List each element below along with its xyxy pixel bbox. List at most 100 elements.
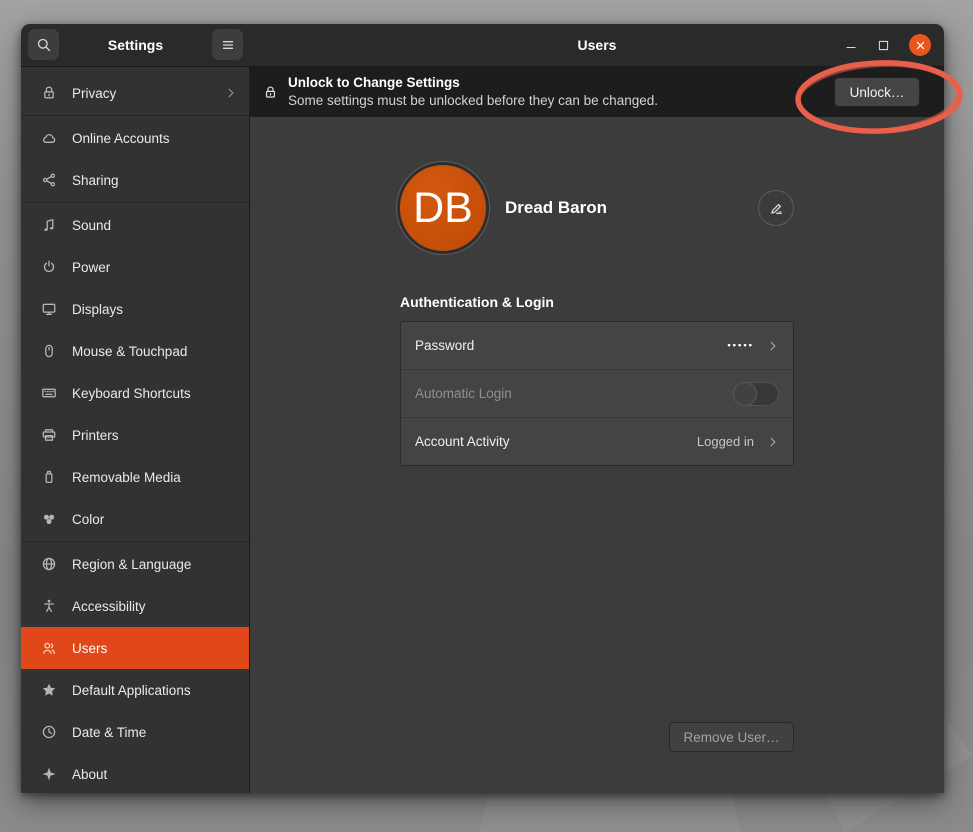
sidebar-separator [21, 202, 249, 203]
sparkle-icon [41, 766, 57, 782]
sidebar-item-users[interactable]: Users [21, 627, 249, 669]
chevron-right-icon [767, 436, 779, 448]
sidebar-item-label: Mouse & Touchpad [72, 344, 187, 359]
chevron-right-icon [767, 340, 779, 352]
hamburger-menu-icon [220, 37, 236, 53]
sidebar-item-label: Removable Media [72, 470, 181, 485]
sidebar-item-privacy[interactable]: Privacy [21, 72, 249, 114]
close-button[interactable] [909, 34, 931, 56]
sidebar-item-label: Sharing [72, 173, 119, 188]
sidebar-item-label: About [72, 767, 107, 782]
account-activity-row-end: Logged in [697, 434, 779, 449]
sidebar-item-default-applications[interactable]: Default Applications [21, 669, 249, 711]
minimize-icon [845, 39, 858, 52]
sidebar-item-label: Color [72, 512, 104, 527]
sidebar-item-date-time[interactable]: Date & Time [21, 711, 249, 753]
sidebar: Privacy Online Accounts Sharing Sound [21, 67, 250, 793]
power-icon [41, 259, 57, 275]
password-label: Password [415, 338, 474, 353]
sidebar-item-sound[interactable]: Sound [21, 204, 249, 246]
settings-window: Settings Users [21, 24, 944, 793]
content-headerbar: Users [250, 24, 944, 66]
password-row-end: ••••• [727, 340, 779, 352]
users-panel: Unlock to Change Settings Some settings … [250, 67, 944, 793]
star-icon [41, 682, 57, 698]
profile-row: DB Dread Baron [400, 162, 794, 254]
printer-icon [41, 427, 57, 443]
users-icon [41, 640, 57, 656]
color-circles-icon [41, 511, 57, 527]
auth-listbox: Password ••••• Automatic Login [400, 321, 794, 466]
automatic-login-row-end [733, 382, 779, 406]
sidebar-item-label: Default Applications [72, 683, 191, 698]
sidebar-item-label: Keyboard Shortcuts [72, 386, 191, 401]
sidebar-item-removable-media[interactable]: Removable Media [21, 456, 249, 498]
sidebar-item-online-accounts[interactable]: Online Accounts [21, 117, 249, 159]
sidebar-item-printers[interactable]: Printers [21, 414, 249, 456]
automatic-login-toggle [733, 382, 779, 406]
lock-icon [263, 85, 278, 100]
window-body: Privacy Online Accounts Sharing Sound [21, 67, 944, 793]
primary-menu-button[interactable] [212, 29, 243, 60]
music-note-icon [41, 217, 57, 233]
remove-user-button[interactable]: Remove User… [669, 722, 794, 752]
mouse-icon [41, 343, 57, 359]
pencil-icon [769, 201, 784, 216]
display-icon [41, 301, 57, 317]
sidebar-item-label: Printers [72, 428, 119, 443]
search-button[interactable] [28, 29, 59, 60]
unlock-banner-text: Unlock to Change Settings Some settings … [288, 74, 658, 109]
account-activity-row[interactable]: Account Activity Logged in [401, 417, 793, 465]
share-icon [41, 172, 57, 188]
sidebar-item-mouse-touchpad[interactable]: Mouse & Touchpad [21, 330, 249, 372]
sidebar-headerbar: Settings [21, 24, 250, 66]
account-activity-label: Account Activity [415, 434, 510, 449]
unlock-banner: Unlock to Change Settings Some settings … [250, 67, 944, 117]
search-icon [36, 37, 52, 53]
maximize-icon [877, 39, 890, 52]
unlock-banner-subtitle: Some settings must be unlocked before th… [288, 92, 658, 110]
sidebar-item-label: Date & Time [72, 725, 146, 740]
sidebar-item-label: Online Accounts [72, 131, 170, 146]
accessibility-icon [41, 598, 57, 614]
sidebar-separator [21, 541, 249, 542]
sidebar-item-label: Power [72, 260, 110, 275]
account-activity-value: Logged in [697, 434, 754, 449]
sidebar-item-keyboard-shortcuts[interactable]: Keyboard Shortcuts [21, 372, 249, 414]
sidebar-item-sharing[interactable]: Sharing [21, 159, 249, 201]
edit-name-button[interactable] [758, 190, 794, 226]
user-name: Dread Baron [505, 198, 607, 218]
sidebar-item-color[interactable]: Color [21, 498, 249, 540]
page-title: Users [578, 37, 617, 53]
sidebar-item-label: Displays [72, 302, 123, 317]
keyboard-icon [41, 385, 57, 401]
automatic-login-row: Automatic Login [401, 369, 793, 417]
close-icon [915, 40, 926, 51]
password-value: ••••• [727, 340, 754, 351]
sidebar-item-label: Users [72, 641, 107, 656]
sidebar-item-power[interactable]: Power [21, 246, 249, 288]
unlock-button[interactable]: Unlock… [834, 77, 920, 107]
password-row[interactable]: Password ••••• [401, 322, 793, 369]
headerbar: Settings Users [21, 24, 944, 67]
sidebar-item-about[interactable]: About [21, 753, 249, 793]
chevron-right-icon [225, 87, 237, 99]
window-controls [845, 24, 931, 66]
avatar[interactable]: DB [400, 165, 486, 251]
maximize-button[interactable] [877, 39, 890, 52]
usb-drive-icon [41, 469, 57, 485]
desktop: Settings Users [0, 0, 973, 832]
clock-icon [41, 724, 57, 740]
sidebar-item-label: Accessibility [72, 599, 146, 614]
sidebar-item-label: Sound [72, 218, 111, 233]
sidebar-item-label: Region & Language [72, 557, 191, 572]
sidebar-item-region-language[interactable]: Region & Language [21, 543, 249, 585]
cloud-icon [41, 130, 57, 146]
minimize-button[interactable] [845, 39, 858, 52]
globe-icon [41, 556, 57, 572]
sidebar-item-displays[interactable]: Displays [21, 288, 249, 330]
sidebar-item-accessibility[interactable]: Accessibility [21, 585, 249, 627]
page-column: DB Dread Baron Authentication & Login Pa… [400, 117, 794, 793]
automatic-login-label: Automatic Login [415, 386, 512, 401]
sidebar-separator [21, 115, 249, 116]
